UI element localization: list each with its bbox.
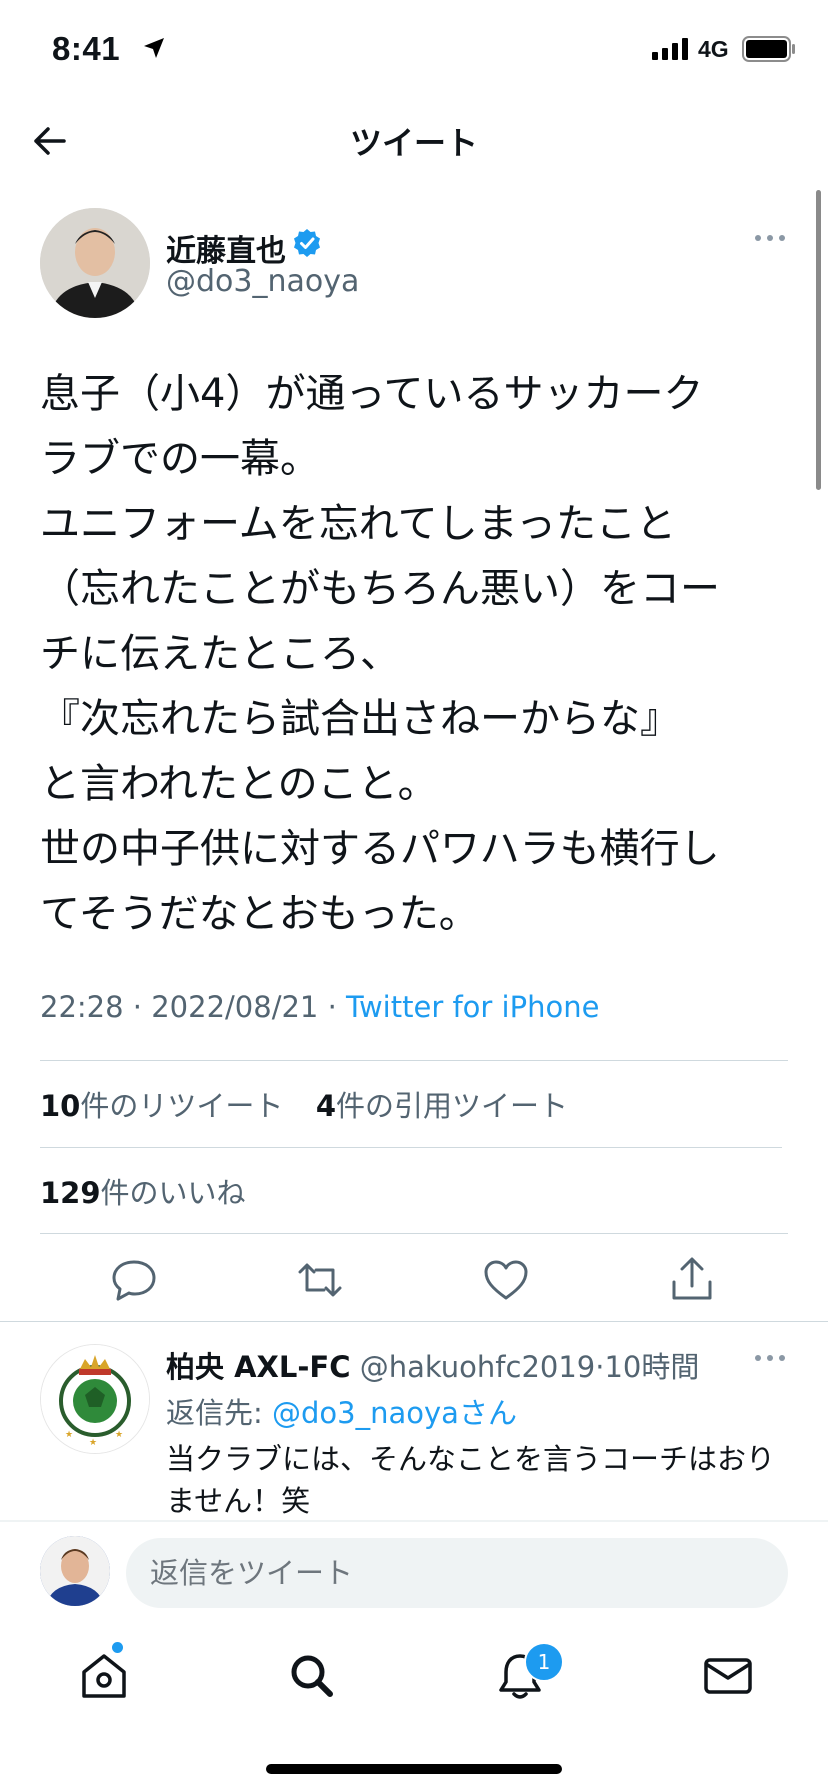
quotes-label: 件の引用ツイート (336, 1089, 569, 1123)
reply-author-avatar[interactable]: ★ ★ ★ (40, 1344, 150, 1454)
retweet-icon[interactable] (292, 1252, 348, 1308)
reply-to-handle[interactable]: @do3_naoya (272, 1396, 459, 1430)
reply-text: 当クラブには、そんなことを言うコーチはおりません！笑 (166, 1442, 776, 1518)
svg-text:★: ★ (115, 1430, 123, 1440)
scrollbar[interactable] (816, 190, 821, 490)
location-arrow-icon (144, 38, 164, 58)
like-heart-icon[interactable] (478, 1252, 534, 1308)
likes-link[interactable]: 129件のいいね (40, 1170, 246, 1212)
tweet-source-link[interactable]: Twitter for iPhone (346, 990, 599, 1024)
divider (0, 1520, 828, 1522)
signal-icon (652, 38, 688, 60)
reply-header: 柏央 AXL-FC @hakuohfc2019·10時間 (166, 1344, 699, 1386)
tweet-date: 2022/08/21 (151, 990, 319, 1024)
reply-author-handle[interactable]: @hakuohfc2019 (360, 1350, 596, 1384)
quotes-count: 4 (315, 1089, 336, 1123)
svg-text:★: ★ (89, 1438, 97, 1448)
tweet-text: 息子（小4）が通っているサッカーク ラブでの一幕。 ユニフォームを忘れてしまった… (40, 371, 720, 937)
retweets-label: 件のリツイート (80, 1089, 284, 1123)
divider (40, 1060, 788, 1061)
tweet-metadata: 22:28 · 2022/08/21 · Twitter for iPhone (40, 990, 599, 1024)
notifications-badge: 1 (524, 1642, 564, 1682)
reply-to-line: 返信先: @do3_naoyaさん (166, 1390, 517, 1432)
reply-time: 10時間 (604, 1350, 700, 1384)
divider (40, 1233, 788, 1234)
divider (0, 1321, 828, 1322)
retweets-link[interactable]: 10件のリツイート (40, 1089, 283, 1123)
page-title: ツイート (349, 124, 478, 162)
status-time: 8:41 (52, 30, 121, 67)
reply-author-name[interactable]: 柏央 AXL-FC (166, 1350, 351, 1384)
reply-to-suffix: さん (458, 1396, 517, 1430)
home-indicator[interactable] (266, 1764, 562, 1774)
retweets-count: 10 (40, 1089, 81, 1123)
more-options-icon[interactable] (752, 1352, 788, 1364)
reply-to-label: 返信先: (166, 1396, 272, 1430)
more-options-icon[interactable] (752, 232, 788, 244)
author-avatar[interactable] (40, 208, 150, 318)
likes-label: 件のいいね (100, 1176, 246, 1210)
home-new-dot (112, 1642, 123, 1653)
current-user-avatar[interactable] (40, 1536, 110, 1606)
search-icon[interactable] (282, 1646, 342, 1706)
verified-badge-icon (294, 229, 320, 257)
svg-text:★: ★ (65, 1430, 73, 1440)
quotes-link[interactable]: 4件の引用ツイート (316, 1089, 568, 1123)
meta-separator: · (123, 990, 152, 1024)
author-handle[interactable]: @do3_naoya (166, 264, 359, 299)
reply-icon[interactable] (106, 1252, 162, 1308)
home-icon[interactable] (74, 1646, 134, 1706)
reply-compose-input[interactable] (126, 1538, 788, 1608)
network-type: 4G (698, 36, 729, 62)
share-icon[interactable] (664, 1252, 720, 1308)
back-arrow-icon[interactable] (28, 118, 74, 164)
divider (40, 1147, 782, 1148)
tweet-time: 22:28 (40, 990, 124, 1024)
retweet-stats: 10件のリツイート 4件の引用ツイート (40, 1083, 568, 1125)
likes-count: 129 (40, 1176, 101, 1210)
messages-envelope-icon[interactable] (698, 1646, 758, 1706)
meta-separator: · (318, 990, 347, 1024)
battery-icon (742, 36, 795, 62)
